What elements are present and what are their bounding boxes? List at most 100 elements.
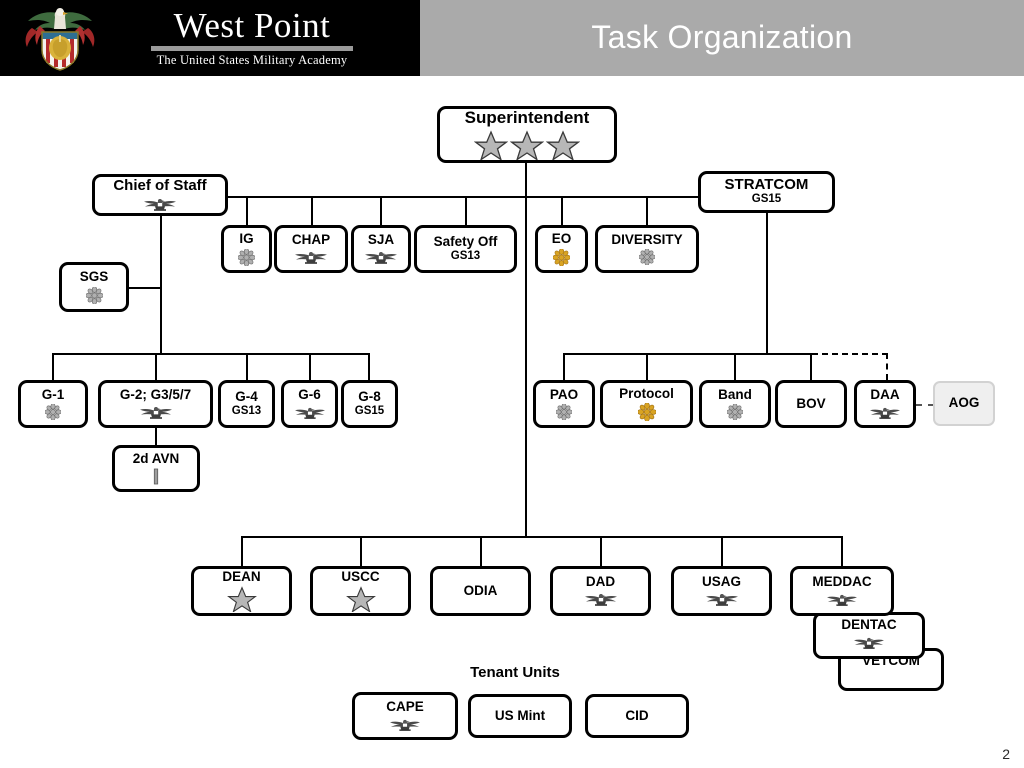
connector-drop-bov — [810, 353, 812, 380]
connector-drop-g4 — [246, 353, 248, 380]
node-sublabel: GS15 — [751, 193, 782, 206]
node-superintendent[interactable]: Superintendent — [437, 106, 617, 163]
node-label: G-4 — [235, 389, 258, 405]
node-label: ODIA — [463, 582, 498, 598]
node-label: STRATCOM — [724, 176, 809, 194]
insignia-silver-eagle — [142, 196, 178, 212]
connector-bottom-bus — [241, 536, 841, 538]
node-band[interactable]: Band — [699, 380, 771, 428]
node-label: Chief of Staff — [113, 176, 207, 194]
connector-drop-sja — [380, 196, 382, 225]
connector-staff-bus — [227, 196, 769, 198]
connector-drop-dean — [241, 536, 243, 566]
insignia-silver-oak-leaf — [727, 404, 743, 421]
node-g4[interactable]: G-4 GS13 — [218, 380, 275, 428]
connector-drop-eo — [561, 196, 563, 225]
node-bov[interactable]: BOV — [775, 380, 847, 428]
node-usag[interactable]: USAG — [671, 566, 772, 616]
node-label: IG — [239, 231, 254, 247]
node-label: Protocol — [619, 385, 674, 401]
node-chief-of-staff[interactable]: Chief of Staff — [92, 174, 228, 216]
node-cid[interactable]: CID — [585, 694, 689, 738]
node-sja[interactable]: SJA — [351, 225, 411, 273]
node-cape[interactable]: CAPE — [352, 692, 458, 740]
node-odia[interactable]: ODIA — [430, 566, 531, 616]
connector-drop-odia — [480, 536, 482, 566]
header-brand-panel: West Point The United States Military Ac… — [0, 0, 420, 76]
node-label: Superintendent — [464, 108, 590, 128]
node-eo[interactable]: EO — [535, 225, 588, 273]
node-ig[interactable]: IG — [221, 225, 272, 273]
node-label: DIVERSITY — [611, 231, 683, 247]
node-g8[interactable]: G-8 GS15 — [341, 380, 398, 428]
connector-dashed-daa-aog — [916, 404, 934, 406]
node-daa[interactable]: DAA — [854, 380, 916, 428]
node-dean[interactable]: DEAN — [191, 566, 292, 616]
node-label: G-2; G3/5/7 — [119, 386, 192, 402]
node-g1[interactable]: G-1 — [18, 380, 88, 428]
insignia-silver-oak-leaf — [85, 286, 103, 304]
node-label: DAA — [870, 387, 900, 403]
node-g6[interactable]: G-6 — [281, 380, 338, 428]
insignia-one-silver-star — [345, 586, 376, 613]
page-number: 2 — [1002, 746, 1010, 762]
connector-drop-g8 — [368, 353, 370, 380]
brand-rule — [151, 46, 353, 51]
connector-drop-g1 — [52, 353, 54, 380]
node-label: US Mint — [494, 707, 546, 723]
slide-header: West Point The United States Military Ac… — [0, 0, 1024, 76]
insignia-silver-eagle — [868, 405, 902, 420]
node-label: USAG — [701, 573, 741, 589]
node-aog[interactable]: AOG — [933, 381, 995, 426]
node-uscc[interactable]: USCC — [310, 566, 411, 616]
connector-drop-g2 — [155, 353, 157, 380]
connector-drop-chap — [311, 196, 313, 225]
node-label: CHAP — [291, 231, 331, 247]
node-label: DEAN — [222, 568, 261, 584]
insignia-gold-oak-leaf — [553, 248, 570, 266]
node-label: AOG — [948, 395, 980, 411]
insignia-silver-eagle — [388, 717, 422, 732]
connector-sgs-tie — [128, 287, 162, 289]
tenant-units-heading: Tenant Units — [470, 664, 560, 681]
node-dentac[interactable]: DENTAC — [813, 612, 925, 659]
node-protocol[interactable]: Protocol — [600, 380, 693, 428]
node-meddac[interactable]: MEDDAC — [790, 566, 894, 616]
slide-canvas: West Point The United States Military Ac… — [0, 0, 1024, 768]
insignia-silver-eagle — [583, 591, 619, 607]
insignia-three-silver-stars — [474, 129, 580, 160]
node-g2-g357[interactable]: G-2; G3/5/7 — [98, 380, 213, 428]
node-label: Safety Off — [433, 234, 498, 250]
node-label: G-8 — [358, 389, 381, 405]
node-safety-off[interactable]: Safety Off GS13 — [414, 225, 517, 273]
insignia-silver-oak-leaf — [639, 249, 655, 266]
node-sgs[interactable]: SGS — [59, 262, 129, 312]
node-chap[interactable]: CHAP — [274, 225, 348, 273]
header-title-panel: Task Organization — [420, 0, 1024, 76]
node-stratcom[interactable]: STRATCOM GS15 — [698, 171, 835, 213]
insignia-silver-eagle — [363, 249, 399, 265]
insignia-silver-oak-leaf — [238, 248, 255, 266]
node-label: G-6 — [298, 387, 321, 403]
connector-stratcom-stem — [766, 212, 768, 353]
node-label: MEDDAC — [812, 574, 872, 590]
node-2d-avn[interactable]: 2d AVN — [112, 445, 200, 492]
node-diversity[interactable]: DIVERSITY — [595, 225, 699, 273]
insignia-silver-eagle — [852, 635, 886, 650]
node-label: BOV — [796, 395, 826, 411]
connector-g2-to-avn — [155, 428, 157, 446]
connector-drop-g6 — [309, 353, 311, 380]
node-label: Band — [718, 386, 752, 402]
node-sublabel: GS13 — [231, 404, 262, 417]
connector-pao-bus — [563, 353, 810, 355]
brand-name: West Point — [173, 6, 331, 45]
node-label: CID — [625, 707, 649, 723]
node-label: DENTAC — [841, 617, 897, 632]
node-label: PAO — [549, 386, 579, 402]
node-dad[interactable]: DAD — [550, 566, 651, 616]
node-label: SJA — [367, 231, 395, 247]
node-us-mint[interactable]: US Mint — [468, 694, 572, 738]
insignia-silver-eagle — [825, 592, 859, 607]
connector-drop-pao — [563, 353, 565, 380]
node-pao[interactable]: PAO — [533, 380, 595, 428]
